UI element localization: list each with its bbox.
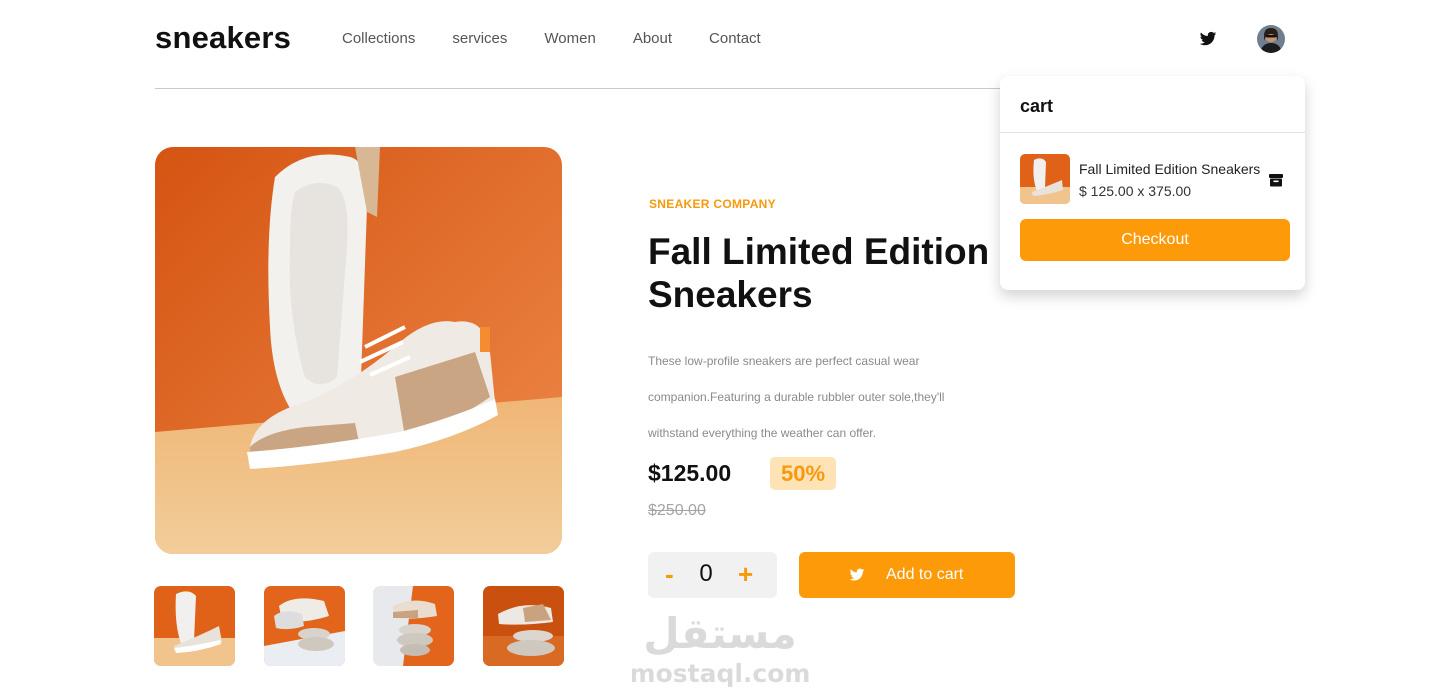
decrease-quantity-button[interactable]: - bbox=[665, 556, 674, 592]
cart-dropdown: cart Fall Limited Edition Sneakers $ 125… bbox=[1000, 76, 1305, 290]
twitter-icon bbox=[849, 567, 865, 583]
site-logo[interactable]: sneakers bbox=[155, 20, 291, 56]
thumbnail-2[interactable] bbox=[264, 586, 345, 666]
nav-collections[interactable]: Collections bbox=[342, 30, 415, 47]
main-product-image[interactable] bbox=[155, 147, 562, 554]
thumbnail-3[interactable] bbox=[373, 586, 454, 666]
discount-badge: 50% bbox=[770, 457, 836, 490]
add-to-cart-label: Add to cart bbox=[886, 566, 964, 583]
thumbnail-4[interactable] bbox=[483, 586, 564, 666]
cart-item-name: Fall Limited Edition Sneakers bbox=[1079, 161, 1261, 177]
svg-text:mostaql.com: mostaql.com bbox=[632, 659, 810, 688]
twitter-icon[interactable] bbox=[1199, 30, 1217, 48]
product-description: These low-profile sneakers are perfect c… bbox=[648, 354, 945, 440]
cart-title: cart bbox=[1020, 96, 1054, 116]
main-nav: Collections services Women About Contact bbox=[342, 30, 761, 47]
cart-item-thumbnail bbox=[1020, 154, 1070, 204]
nav-contact[interactable]: Contact bbox=[709, 30, 761, 47]
original-price: $250.00 bbox=[648, 502, 706, 519]
user-avatar[interactable] bbox=[1257, 25, 1285, 53]
current-price: $125.00 bbox=[648, 460, 732, 486]
increase-quantity-button[interactable]: + bbox=[738, 556, 753, 592]
cart-item-price: $ 125.00 x 375.00 bbox=[1079, 183, 1192, 199]
company-label: SNEAKER COMPANY bbox=[649, 197, 776, 211]
nav-services[interactable]: services bbox=[452, 30, 507, 47]
cart-divider bbox=[1000, 132, 1305, 133]
archive-icon[interactable] bbox=[1268, 172, 1284, 188]
svg-text:مستقل: مستقل bbox=[643, 609, 797, 658]
thumbnail-1[interactable] bbox=[154, 586, 235, 666]
nav-women[interactable]: Women bbox=[544, 30, 595, 47]
add-to-cart-button[interactable]: Add to cart bbox=[799, 552, 1015, 598]
watermark-logo: مستقل mostaql.com bbox=[630, 604, 812, 690]
quantity-stepper: - 0 + bbox=[648, 552, 777, 598]
quantity-value: 0 bbox=[699, 560, 713, 587]
nav-about[interactable]: About bbox=[633, 30, 672, 47]
checkout-button[interactable]: Checkout bbox=[1020, 219, 1290, 261]
